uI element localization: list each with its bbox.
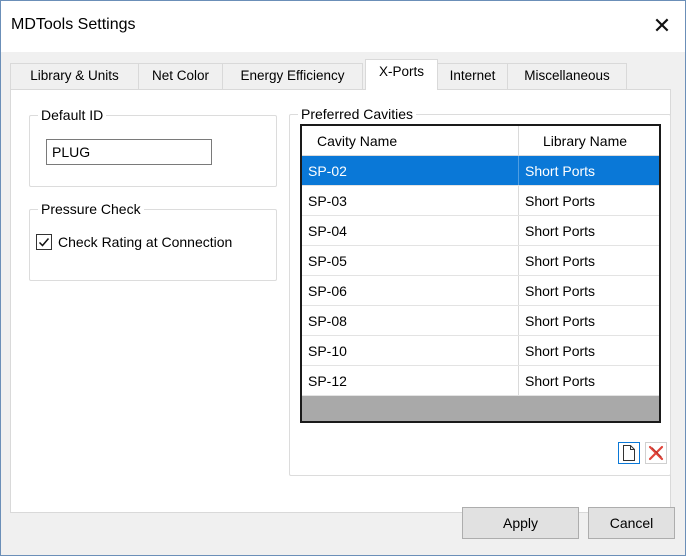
library-name-cell[interactable]: Short Ports [519,276,659,305]
cavity-name-cell[interactable]: SP-04 [302,216,519,245]
preferred-cavities-legend: Preferred Cavities [298,105,417,123]
tab-net-color[interactable]: Net Color [138,63,223,89]
tab-x-ports[interactable]: X-Ports [365,59,438,90]
title-bar: MDTools Settings ✕ [1,1,685,52]
default-id-input[interactable]: PLUG [46,139,212,165]
library-name-cell[interactable]: Short Ports [519,336,659,365]
cavity-name-cell[interactable]: SP-06 [302,276,519,305]
tab-library-units[interactable]: Library & Units [10,63,139,89]
tab-internet[interactable]: Internet [437,63,508,89]
check-rating-label: Check Rating at Connection [58,234,233,250]
library-name-cell[interactable]: Short Ports [519,366,659,395]
library-name-cell[interactable]: Short Ports [519,306,659,335]
table-row[interactable]: SP-08 Short Ports [302,306,659,336]
column-header-library-name[interactable]: Library Name [519,126,659,155]
column-header-cavity-name[interactable]: Cavity Name [302,126,519,155]
cancel-button[interactable]: Cancel [588,507,675,539]
close-icon[interactable]: ✕ [639,1,685,51]
table-header: Cavity Name Library Name [302,126,659,156]
check-rating-checkbox[interactable] [36,234,52,250]
check-rating-option[interactable]: Check Rating at Connection [36,234,232,250]
settings-dialog: MDTools Settings ✕ Library & Units Net C… [0,0,686,556]
checkmark-icon [38,238,50,247]
tab-energy-efficiency[interactable]: Energy Efficiency [222,63,363,89]
tab-miscellaneous[interactable]: Miscellaneous [507,63,627,89]
table-row[interactable]: SP-05 Short Ports [302,246,659,276]
table-row[interactable]: SP-12 Short Ports [302,366,659,396]
new-document-icon [623,445,635,461]
window-title: MDTools Settings [11,16,136,33]
table-row[interactable]: SP-04 Short Ports [302,216,659,246]
delete-cavity-button[interactable] [645,442,667,464]
table-row[interactable]: SP-10 Short Ports [302,336,659,366]
default-id-legend: Default ID [38,106,107,124]
table-row[interactable]: SP-03 Short Ports [302,186,659,216]
library-name-cell[interactable]: Short Ports [519,156,659,185]
cavity-name-cell[interactable]: SP-02 [302,156,519,185]
new-cavity-button[interactable] [618,442,640,464]
library-name-cell[interactable]: Short Ports [519,216,659,245]
cavities-table[interactable]: Cavity Name Library Name SP-02 Short Por… [300,124,661,423]
table-row[interactable]: SP-02 Short Ports [302,156,659,186]
cavity-name-cell[interactable]: SP-12 [302,366,519,395]
library-name-cell[interactable]: Short Ports [519,246,659,275]
pressure-check-legend: Pressure Check [38,200,144,218]
cavity-name-cell[interactable]: SP-05 [302,246,519,275]
apply-button[interactable]: Apply [462,507,579,539]
table-row[interactable]: SP-06 Short Ports [302,276,659,306]
cavity-name-cell[interactable]: SP-10 [302,336,519,365]
cavity-name-cell[interactable]: SP-03 [302,186,519,215]
delete-icon [648,445,664,461]
cavity-name-cell[interactable]: SP-08 [302,306,519,335]
library-name-cell[interactable]: Short Ports [519,186,659,215]
